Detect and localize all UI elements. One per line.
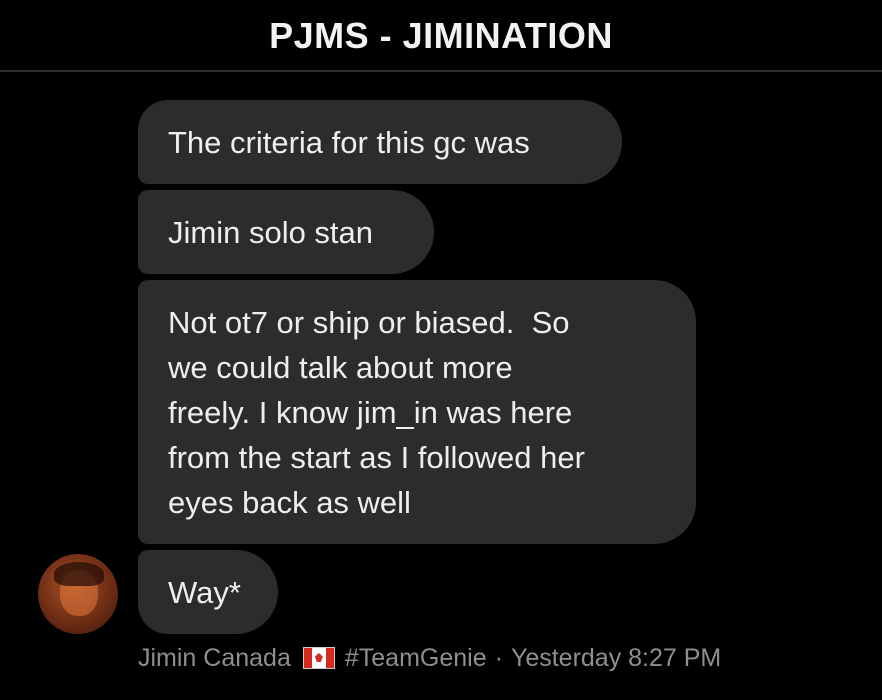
chat-header: PJMS - JIMINATION bbox=[0, 0, 882, 72]
message-bubble[interactable]: The criteria for this gc was bbox=[138, 100, 622, 184]
avatar-hair bbox=[54, 562, 104, 586]
sender-name[interactable]: Jimin Canada bbox=[138, 644, 291, 673]
message-bubble[interactable]: Way* bbox=[138, 550, 278, 634]
maple-leaf bbox=[314, 653, 323, 662]
flag-band-right bbox=[325, 648, 334, 668]
flag-band-left bbox=[303, 648, 312, 668]
message-timestamp: Yesterday 8:27 PM bbox=[510, 643, 722, 672]
message-bubble[interactable]: Jimin solo stan bbox=[138, 190, 434, 274]
meta-separator: · bbox=[494, 643, 503, 672]
group-chat-title[interactable]: PJMS - JIMINATION bbox=[269, 15, 613, 57]
sender-avatar[interactable] bbox=[38, 554, 118, 634]
sender-hashtag: #TeamGenie bbox=[344, 643, 487, 672]
message-meta: Jimin Canada #TeamGenie · Yesterday 8:27… bbox=[138, 638, 721, 678]
canada-flag-icon bbox=[302, 647, 335, 669]
message-bubble[interactable]: Not ot7 or ship or biased. So we could t… bbox=[138, 280, 696, 544]
